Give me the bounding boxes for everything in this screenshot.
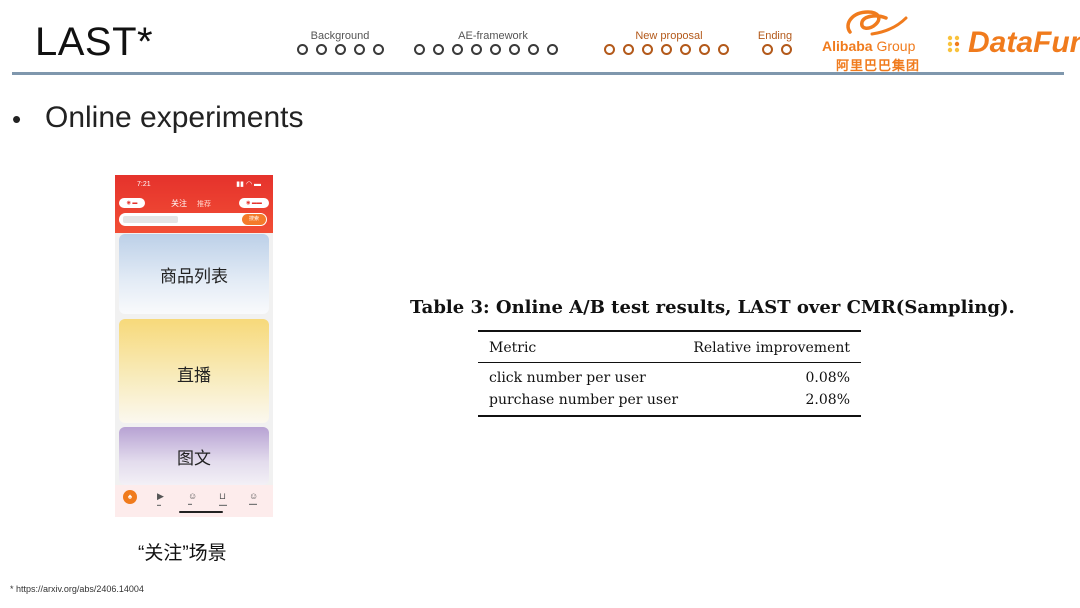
progress-dot [452, 44, 463, 55]
progress-dot [490, 44, 501, 55]
progress-dot [680, 44, 691, 55]
progress-dot [354, 44, 365, 55]
phone-search-placeholder [123, 216, 178, 223]
progress-dot [528, 44, 539, 55]
phone-search-bar: 搜索 [119, 213, 267, 226]
table-top-rule [478, 330, 861, 332]
table-cell-metric: click number per user [489, 370, 646, 386]
table-cell-metric: purchase number per user [489, 392, 679, 408]
phone-search-button: 搜索 [242, 214, 266, 225]
phone-tab-follow: 关注 [171, 199, 187, 208]
section-label-ae-framework: AE-framework [458, 30, 528, 42]
cart-tab-icon: ⊔ ▬▬ [219, 491, 227, 507]
phone-caption: “关注”场景 [138, 543, 227, 564]
progress-dot [762, 44, 773, 55]
slide-title: LAST* [35, 20, 154, 64]
phone-tab-recommend: 推荐 [197, 201, 211, 208]
progress-dot [433, 44, 444, 55]
table-cell-value: 0.08% [805, 370, 850, 386]
progress-dot [604, 44, 615, 55]
phone-left-pill: ◉ ▬ [119, 198, 145, 208]
datafun-wordmark: DataFun. [968, 26, 1080, 59]
progress-dot [718, 44, 729, 55]
progress-dot [547, 44, 558, 55]
section-label-background: Background [310, 30, 370, 42]
section-label-ending: Ending [757, 30, 793, 42]
progress-dot [699, 44, 710, 55]
progress-dot [471, 44, 482, 55]
bullet-icon: • [12, 104, 22, 134]
phone-card-live: 直播 [119, 319, 269, 423]
progress-dot [623, 44, 634, 55]
section-dots-ending [762, 44, 792, 55]
progress-dot [373, 44, 384, 55]
reference-footnote: * https://arxiv.org/abs/2406.14004 [10, 584, 144, 594]
alibaba-wordmark: Alibaba Group [822, 38, 916, 54]
table-cell-value: 2.08% [805, 392, 850, 408]
section-dots-new-proposal [604, 44, 729, 55]
phone-card-product-list: 商品列表 [119, 234, 269, 314]
datafun-logo: DataFun. [946, 26, 1080, 66]
header-divider [12, 72, 1064, 75]
home-indicator [179, 511, 223, 513]
table-caption: Table 3: Online A/B test results, LAST o… [410, 297, 1015, 318]
section-label-new-proposal: New proposal [635, 30, 703, 42]
progress-dot [661, 44, 672, 55]
progress-dot [335, 44, 346, 55]
progress-dot [414, 44, 425, 55]
phone-tab-bar: ♠ ▶ ▬ ☺ ▬ ⊔ ▬▬ ☺ ▬▬ [115, 485, 273, 517]
bullet-heading: Online experiments [45, 101, 304, 134]
progress-dot [781, 44, 792, 55]
phone-header: 7:21 ▮▮ ◠ ▬ ◉ ▬ 关注 推荐 ◉ ▬▬ 搜索 [115, 175, 273, 233]
progress-dot [509, 44, 520, 55]
table-bottom-rule [478, 415, 861, 417]
progress-dot [316, 44, 327, 55]
table-header-improvement: Relative improvement [693, 340, 850, 356]
table-header-rule [478, 362, 861, 363]
progress-dot [297, 44, 308, 55]
phone-right-pill: ◉ ▬▬ [239, 198, 269, 208]
section-dots-background [297, 44, 384, 55]
alibaba-group-logo: Alibaba Group 阿里巴巴集团 [822, 8, 930, 73]
message-tab-icon: ☺ ▬ [188, 491, 198, 506]
phone-card-image-text: 图文 [119, 427, 269, 485]
video-tab-icon: ▶ ▬ [157, 491, 164, 507]
alibaba-swoosh-icon [846, 10, 908, 36]
phone-status-icons: ▮▮ ◠ ▬ [236, 181, 261, 188]
home-tab-icon: ♠ [123, 490, 137, 504]
datafun-dots-icon [947, 35, 960, 53]
phone-time: 7:21 [137, 181, 151, 188]
section-dots-ae-framework [414, 44, 558, 55]
table-header-metric: Metric [489, 340, 537, 356]
progress-dot [642, 44, 653, 55]
profile-tab-icon: ☺ ▬▬ [249, 491, 259, 506]
results-table: Metric Relative improvement click number… [478, 330, 861, 418]
phone-screenshot: 7:21 ▮▮ ◠ ▬ ◉ ▬ 关注 推荐 ◉ ▬▬ 搜索 商品列表 直播 图文… [115, 175, 273, 517]
